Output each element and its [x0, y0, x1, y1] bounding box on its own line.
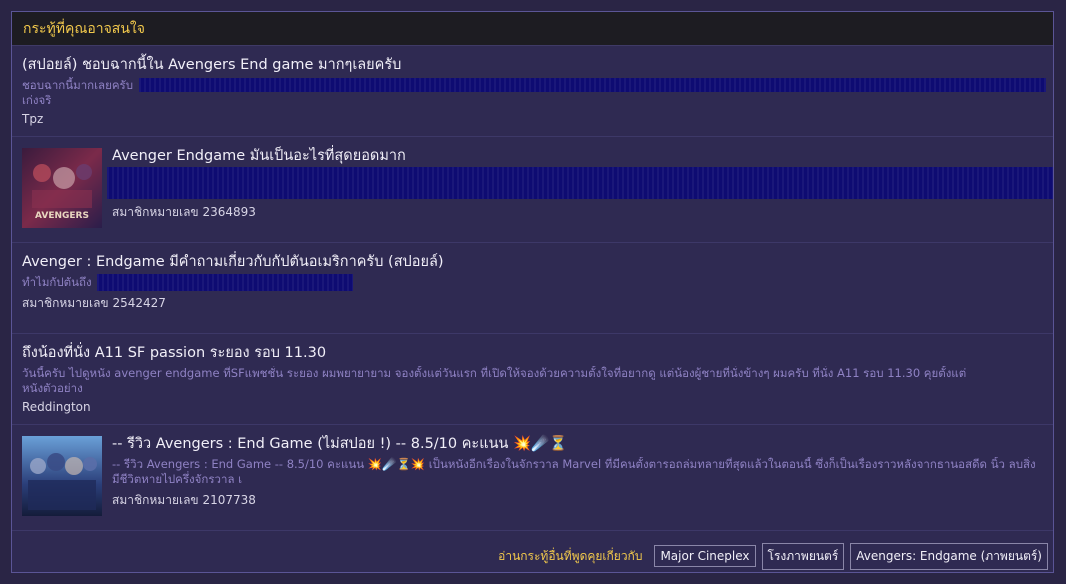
topic-title[interactable]: ถึงน้องที่นั่ง A11 SF passion ระยอง รอบ …	[22, 341, 326, 364]
related-tags-label: อ่านกระทู้อื่นที่พูดคุยเกี่ยวกับ	[498, 548, 643, 563]
topic-title[interactable]: Avenger : Endgame มีคำถามเกี่ยวกับกัปตัน…	[22, 250, 444, 273]
topic-author[interactable]: สมาชิกหมายเลข 2107738	[112, 491, 256, 510]
panel-title: กระทู้ที่คุณอาจสนใจ	[12, 12, 1053, 46]
redacted-block	[97, 274, 353, 291]
topic-thumbnail[interactable]	[22, 436, 102, 516]
avengers-poster-image	[22, 436, 102, 516]
topic-excerpt-line2: หนังตัวอย่าง	[22, 381, 83, 395]
topic-title[interactable]: (สปอยล์) ชอบฉากนี้ใน Avengers End game ม…	[22, 53, 401, 76]
topic-author[interactable]: Tpz	[22, 112, 43, 126]
tag-major-cineplex[interactable]: Major Cineplex	[654, 545, 756, 567]
topic-thumbnail[interactable]: AVENGERS	[22, 148, 102, 228]
redacted-block	[139, 78, 1046, 92]
topic-title[interactable]: -- รีวิว Avengers : End Game (ไม่สปอย !)…	[112, 432, 567, 455]
redacted-block	[107, 167, 1053, 199]
related-tags-bar: อ่านกระทู้อื่นที่พูดคุยเกี่ยวกับ Major C…	[12, 540, 1053, 572]
svg-text:AVENGERS: AVENGERS	[35, 211, 89, 221]
topic-item[interactable]: -- รีวิว Avengers : End Game (ไม่สปอย !)…	[12, 425, 1053, 531]
topic-item[interactable]: Avenger : Endgame มีคำถามเกี่ยวกับกัปตัน…	[12, 243, 1053, 334]
related-topics-panel: กระทู้ที่คุณอาจสนใจ (สปอยล์) ชอบฉากนี้ใน…	[11, 11, 1054, 573]
topic-item[interactable]: ถึงน้องที่นั่ง A11 SF passion ระยอง รอบ …	[12, 334, 1053, 425]
topic-author[interactable]: Reddington	[22, 400, 91, 414]
topic-excerpt: วันนี้ครับ ไปดูหนัง avenger endgame ที่S…	[22, 366, 967, 380]
topic-author[interactable]: สมาชิกหมายเลข 2542427	[22, 294, 166, 313]
topic-excerpt: ชอบฉากนี้มากเลยครับ	[22, 78, 134, 92]
topic-excerpt: ทำไมกัปตันถึง	[22, 275, 92, 289]
avengers-poster-image: AVENGERS	[22, 148, 102, 228]
tag-avengers-endgame[interactable]: Avengers: Endgame (ภาพยนตร์)	[850, 542, 1048, 570]
topic-title[interactable]: Avenger Endgame มันเป็นอะไรที่สุดยอดมาก	[112, 144, 406, 167]
topic-author[interactable]: สมาชิกหมายเลข 2364893	[112, 203, 256, 222]
topic-item[interactable]: AVENGERS Avenger Endgame มันเป็นอะไรที่ส…	[12, 137, 1053, 243]
tag-movie-theater[interactable]: โรงภาพยนตร์	[761, 542, 845, 570]
topic-excerpt-line2: เก่งจริ	[22, 93, 52, 107]
topic-item[interactable]: (สปอยล์) ชอบฉากนี้ใน Avengers End game ม…	[12, 46, 1053, 137]
topic-excerpt: -- รีวิว Avengers : End Game -- 8.5/10 ค…	[112, 457, 1042, 487]
topic-excerpt-line1: -- รีวิว Avengers : End Game -- 8.5/10 ค…	[112, 457, 988, 471]
